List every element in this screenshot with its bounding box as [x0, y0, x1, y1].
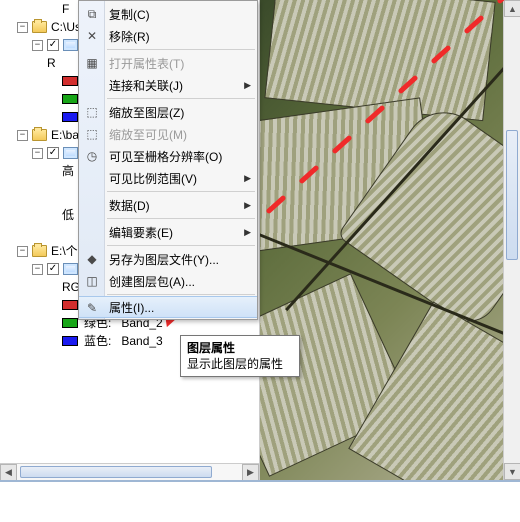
globe-icon: ◷ — [84, 148, 100, 164]
layer-visibility-checkbox[interactable]: ✓ — [47, 39, 59, 51]
folder-icon — [32, 21, 47, 33]
menu-separator — [107, 191, 255, 192]
row-label: R — [47, 54, 56, 72]
layer-visibility-checkbox[interactable]: ✓ — [47, 147, 59, 159]
menu-item-properties[interactable]: ✎ 属性(I)... — [79, 296, 257, 318]
tooltip-title: 图层属性 — [187, 340, 293, 356]
expander-icon[interactable]: − — [32, 148, 43, 159]
scroll-thumb[interactable] — [506, 130, 518, 260]
copy-icon: ⧉ — [84, 6, 100, 22]
status-bar — [0, 480, 520, 522]
scroll-up-button[interactable]: ▲ — [504, 0, 520, 17]
row-label: 低 — [62, 206, 74, 224]
map-view[interactable]: ▲ ▼ — [260, 0, 520, 480]
layer-visibility-checkbox[interactable]: ✓ — [47, 263, 59, 275]
expander-icon[interactable]: − — [32, 40, 43, 51]
submenu-arrow-icon: ▶ — [244, 173, 251, 184]
zoom-icon: ⬚ — [84, 104, 100, 120]
menu-label: 连接和关联(J) — [109, 77, 183, 94]
swatch-red-icon — [62, 300, 78, 310]
swatch-green-icon — [62, 94, 78, 104]
menu-item-data[interactable]: 数据(D) ▶ — [79, 194, 257, 216]
expander-icon[interactable]: − — [17, 22, 28, 33]
menu-label: 另存为图层文件(Y)... — [109, 251, 219, 268]
expander-icon[interactable]: − — [17, 246, 28, 257]
submenu-arrow-icon: ▶ — [244, 227, 251, 238]
submenu-arrow-icon: ▶ — [244, 200, 251, 211]
submenu-arrow-icon: ▶ — [244, 80, 251, 91]
menu-label: 可见至栅格分辨率(O) — [109, 148, 222, 165]
properties-icon: ✎ — [84, 300, 100, 316]
scroll-right-button[interactable]: ▶ — [242, 464, 259, 480]
menu-item-zoom-raster-res[interactable]: ◷ 可见至栅格分辨率(O) — [79, 145, 257, 167]
disk-icon: ◆ — [84, 251, 100, 267]
package-icon: ◫ — [84, 273, 100, 289]
raster-icon — [63, 147, 78, 159]
swatch-green-icon — [62, 318, 78, 328]
row-label: 蓝色: — [84, 332, 111, 350]
menu-label: 缩放至图层(Z) — [109, 104, 184, 121]
menu-label: 打开属性表(T) — [109, 55, 184, 72]
menu-separator — [107, 294, 255, 295]
menu-item-edit-elements[interactable]: 编辑要素(E) ▶ — [79, 221, 257, 243]
menu-label: 复制(C) — [109, 6, 150, 23]
remove-icon: ✕ — [84, 28, 100, 44]
menu-label: 创建图层包(A)... — [109, 273, 195, 290]
swatch-blue-icon — [62, 336, 78, 346]
expander-icon[interactable]: − — [17, 130, 28, 141]
row-label: F — [62, 0, 69, 18]
menu-label: 属性(I)... — [109, 299, 154, 316]
horizontal-scrollbar[interactable]: ◀ ▶ — [0, 463, 259, 480]
menu-item-save-as-layer[interactable]: ◆ 另存为图层文件(Y)... — [79, 248, 257, 270]
folder-icon — [32, 129, 47, 141]
menu-label: 移除(R) — [109, 28, 150, 45]
layer-context-menu: ⧉ 复制(C) ✕ 移除(R) ▦ 打开属性表(T) 连接和关联(J) ▶ ⬚ … — [78, 0, 258, 320]
menu-item-zoom-layer[interactable]: ⬚ 缩放至图层(Z) — [79, 101, 257, 123]
row-value: Band_3 — [121, 332, 162, 350]
scroll-down-button[interactable]: ▼ — [504, 463, 520, 480]
scroll-left-button[interactable]: ◀ — [0, 464, 17, 480]
menu-item-create-layer-pkg[interactable]: ◫ 创建图层包(A)... — [79, 270, 257, 292]
menu-separator — [107, 49, 255, 50]
swatch-blue-icon — [62, 112, 78, 122]
row-label: 高 — [62, 162, 74, 180]
swatch-red-icon — [62, 76, 78, 86]
expander-icon[interactable]: − — [32, 264, 43, 275]
menu-item-visible-scale[interactable]: 可见比例范围(V) ▶ — [79, 167, 257, 189]
menu-item-copy[interactable]: ⧉ 复制(C) — [79, 3, 257, 25]
menu-label: 数据(D) — [109, 197, 150, 214]
menu-separator — [107, 98, 255, 99]
folder-icon — [32, 245, 47, 257]
menu-label: 缩放至可见(M) — [109, 126, 187, 143]
raster-icon — [63, 263, 78, 275]
menu-item-open-attr-table: ▦ 打开属性表(T) — [79, 52, 257, 74]
vertical-scrollbar[interactable]: ▲ ▼ — [503, 0, 520, 480]
menu-label: 编辑要素(E) — [109, 224, 173, 241]
tooltip-description: 显示此图层的属性 — [187, 356, 293, 372]
menu-item-zoom-visible: ⬚ 缩放至可见(M) — [79, 123, 257, 145]
tooltip-properties: 图层属性 显示此图层的属性 — [180, 335, 300, 377]
menu-separator — [107, 218, 255, 219]
zoom-icon: ⬚ — [84, 126, 100, 142]
scroll-thumb[interactable] — [20, 466, 212, 478]
menu-item-remove[interactable]: ✕ 移除(R) — [79, 25, 257, 47]
menu-label: 可见比例范围(V) — [109, 170, 197, 187]
scroll-track[interactable] — [17, 464, 242, 480]
raster-icon — [63, 39, 78, 51]
menu-item-conn-associate[interactable]: 连接和关联(J) ▶ — [79, 74, 257, 96]
menu-separator — [107, 245, 255, 246]
table-icon: ▦ — [84, 55, 100, 71]
